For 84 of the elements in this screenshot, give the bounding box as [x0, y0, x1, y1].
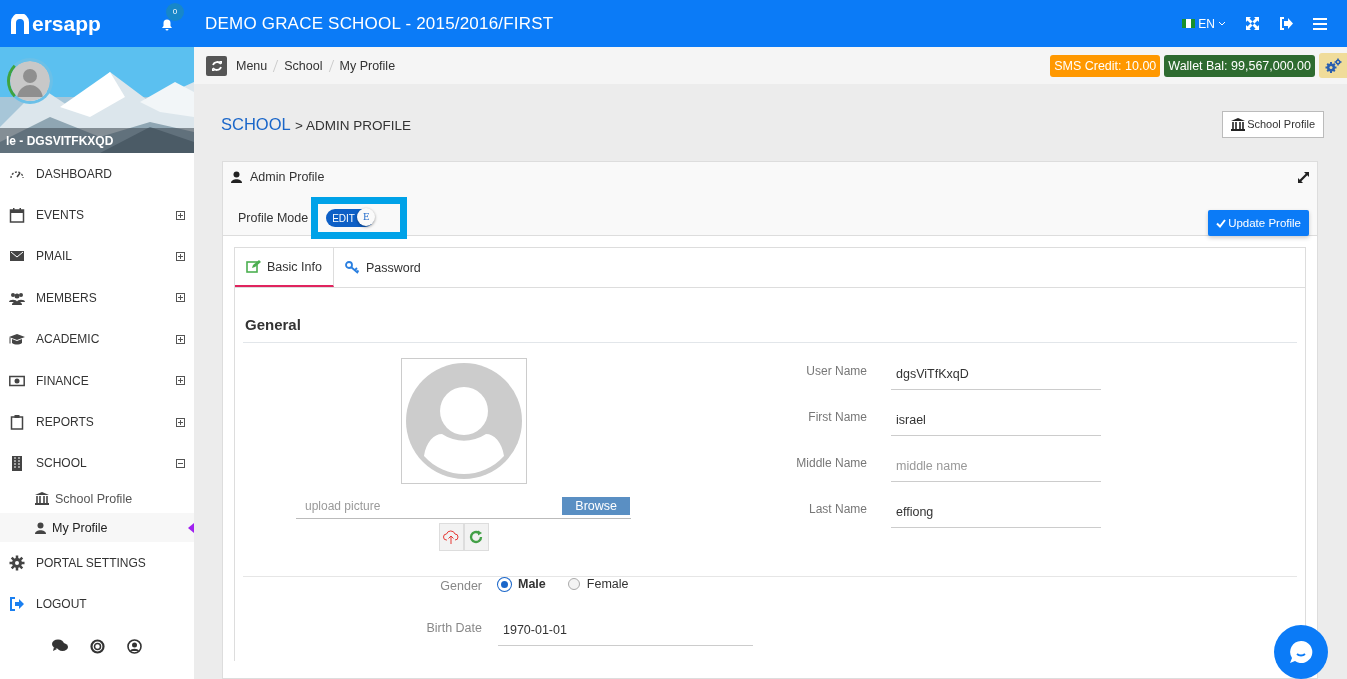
menu-item[interactable]: SCHOOL	[0, 442, 194, 485]
settings-button[interactable]	[1319, 53, 1347, 78]
fullscreen-icon[interactable]	[1245, 16, 1260, 31]
language-selector[interactable]: EN	[1182, 16, 1226, 31]
expand-icon[interactable]	[176, 210, 185, 220]
logout-icon	[9, 596, 25, 613]
field-label: First Name	[807, 409, 868, 424]
menu-item[interactable]: MEMBERS	[0, 277, 194, 319]
gender-radio[interactable]: Male	[498, 577, 546, 591]
edit-icon	[246, 260, 261, 273]
date-field[interactable]: 1970-01-01	[498, 619, 753, 646]
menu-item[interactable]: DASHBOARD	[0, 153, 194, 195]
user-icon	[231, 171, 242, 183]
section-link[interactable]: SCHOOL	[221, 114, 291, 133]
gear-icon	[9, 554, 25, 571]
collapse-icon[interactable]	[176, 458, 185, 468]
user-avatar	[7, 58, 53, 104]
text-field[interactable]: effiong	[891, 499, 1101, 528]
notification-count: 0	[166, 2, 184, 21]
breadcrumb-link[interactable]: Menu	[236, 58, 268, 73]
submenu-item[interactable]: School Profile	[0, 484, 194, 514]
menu-icon[interactable]	[1313, 17, 1327, 30]
menu-item[interactable]: PORTAL SETTINGS	[0, 542, 194, 584]
expand-icon[interactable]	[176, 417, 185, 427]
menu-item[interactable]: EVENTS	[0, 194, 194, 236]
profile-mode-label: Profile Mode	[238, 211, 309, 225]
caret-icon	[1218, 21, 1226, 26]
expand-icon[interactable]	[176, 334, 185, 344]
cloud-upload-icon	[443, 530, 459, 544]
expand-icon[interactable]	[176, 376, 185, 386]
logo-icon	[9, 13, 31, 34]
menu-item[interactable]: FINANCE	[0, 359, 194, 402]
flag-icon	[1182, 19, 1196, 28]
text-field[interactable]: middle name	[891, 453, 1101, 482]
gears-icon	[1324, 57, 1342, 74]
check-icon	[1216, 218, 1227, 228]
text-field[interactable]: dgsViTfKxqD	[891, 361, 1101, 390]
sign-out-icon[interactable]	[1279, 17, 1294, 30]
menu-item[interactable]: REPORTS	[0, 401, 194, 443]
user-icon	[35, 521, 46, 534]
panel-title: Admin Profile	[250, 170, 325, 184]
field-label: Last Name	[807, 501, 868, 516]
field-label: Birth Date	[425, 620, 483, 635]
school-profile-button[interactable]: School Profile	[1222, 110, 1324, 138]
refresh-icon	[210, 59, 223, 72]
balance-badge: Wallet Bal: 99,567,000.00	[1164, 54, 1315, 77]
user-name: le - DGSVITFKXQD	[6, 133, 114, 148]
bank-icon	[1231, 117, 1246, 131]
field-label: User Name	[805, 363, 868, 378]
building-icon	[9, 455, 25, 472]
lifebuoy-icon[interactable]	[90, 638, 105, 654]
menu-item[interactable]: ACADEMIC	[0, 318, 194, 360]
gender-radio[interactable]: Female	[567, 577, 629, 591]
expand-icon[interactable]	[176, 293, 185, 303]
upload-button[interactable]	[438, 523, 464, 551]
tab[interactable]: Basic Info	[235, 248, 334, 287]
page-title: > ADMIN PROFILE	[295, 117, 411, 133]
submenu-item[interactable]: My Profile	[0, 513, 194, 543]
chat-icon[interactable]	[52, 638, 68, 652]
refresh-icon	[469, 530, 483, 544]
user-circle-icon[interactable]	[127, 638, 142, 654]
mode-toggle[interactable]: EDIT E	[326, 209, 375, 227]
balance-badge: SMS Credit: 10.00	[1050, 54, 1161, 77]
breadcrumb-link[interactable]: My Profile	[339, 58, 396, 73]
chat-bubble-icon	[1288, 639, 1314, 665]
update-profile-button[interactable]: Update Profile	[1208, 210, 1309, 236]
field-label: Middle Name	[795, 455, 868, 470]
menu-item[interactable]: PMAIL	[0, 235, 194, 278]
menu-item[interactable]: LOGOUT	[0, 583, 194, 625]
refresh-button[interactable]	[206, 55, 227, 76]
breadcrumb-link[interactable]: School	[284, 58, 323, 73]
reset-button[interactable]	[463, 523, 489, 551]
expand-icon[interactable]	[1298, 171, 1309, 183]
selection-arrow-icon	[188, 522, 194, 533]
school-title: DEMO GRACE SCHOOL - 2015/2016/FIRST	[205, 13, 554, 34]
expand-icon[interactable]	[176, 251, 185, 261]
calendar-icon	[9, 207, 25, 224]
logo-text: ersapp	[32, 11, 101, 36]
clipboard-icon	[9, 414, 25, 431]
section-heading: General	[243, 288, 1297, 343]
bank-icon	[35, 492, 49, 506]
text-field[interactable]: israel	[891, 407, 1101, 436]
field-label: Gender	[439, 578, 483, 593]
key-icon	[344, 261, 360, 274]
